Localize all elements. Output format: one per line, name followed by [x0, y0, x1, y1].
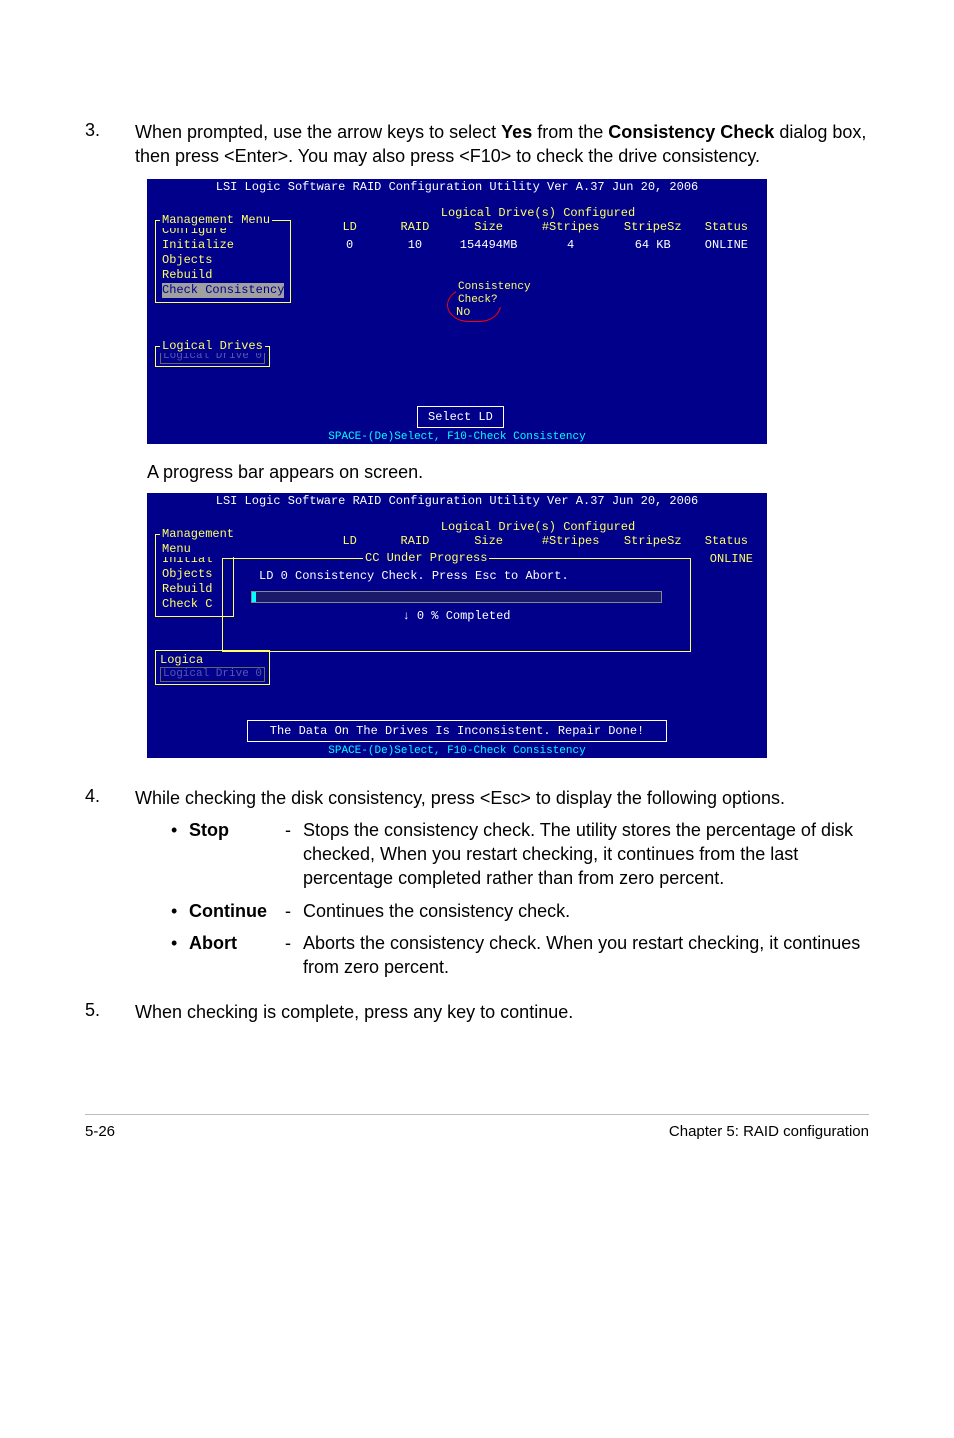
menu-initialize[interactable]: Initialize	[162, 238, 284, 253]
option-abort: • Abort - Aborts the consistency check. …	[171, 931, 869, 980]
logical-drives-sub-label: Logical Drives	[160, 339, 265, 353]
management-menu: Management Menu Configure Initialize Obj…	[155, 220, 291, 303]
cell-stripesz: 64 KB	[612, 238, 694, 252]
logical-drives-table: Logical Drive(s) Configured LD RAID Size…	[317, 206, 759, 252]
progress-caption: A progress bar appears on screen.	[147, 462, 869, 483]
logical-drives-sub: Logical Drives Logical Drive 0	[155, 346, 270, 367]
ld-columns-2: LD RAID Size #Stripes StripeSz Status	[317, 534, 759, 548]
cell-status: ONLINE	[694, 238, 759, 252]
option-continue-label: Continue	[189, 899, 285, 923]
cc-progress-line: LD 0 Consistency Check. Press Esc to Abo…	[259, 569, 682, 583]
option-continue-text: Continues the consistency check.	[303, 899, 869, 923]
col-stripes: #Stripes	[530, 220, 612, 234]
ld-row-0: 0 10 154494MB 4 64 KB ONLINE	[317, 238, 759, 252]
step4-body: While checking the disk consistency, pre…	[135, 786, 869, 988]
cc-progress-box: CC Under Progress LD 0 Consistency Check…	[222, 558, 691, 652]
menu-check-consistency[interactable]: Check Consistency	[162, 283, 284, 298]
option-stop-label: Stop	[189, 818, 285, 891]
bios1-footer: SPACE-(De)Select, F10-Check Consistency	[147, 431, 767, 444]
col-stripesz: StripeSz	[612, 220, 694, 234]
step4-number: 4.	[85, 786, 135, 988]
col-raid: RAID	[382, 220, 447, 234]
option-stop: • Stop - Stops the consistency check. Th…	[171, 818, 869, 891]
col2-stripesz: StripeSz	[612, 534, 694, 548]
chapter-title: Chapter 5: RAID configuration	[669, 1123, 869, 1140]
progress-fill	[252, 592, 256, 602]
ld-configured-label: Logical Drive(s) Configured	[317, 206, 759, 220]
option-continue-dash: -	[285, 899, 303, 923]
col2-size: Size	[448, 534, 530, 548]
consistency-check-label: Consistency Check?	[456, 281, 533, 307]
step3-number: 3.	[85, 120, 135, 169]
step-3: 3. When prompted, use the arrow keys to …	[85, 120, 869, 169]
option-abort-dash: -	[285, 931, 303, 980]
menu-objects[interactable]: Objects	[162, 253, 284, 268]
options-list: • Stop - Stops the consistency check. Th…	[171, 818, 869, 980]
logical-drives-sub-2-label: Logica	[160, 653, 265, 667]
col2-ld: LD	[317, 534, 382, 548]
page-number: 5-26	[85, 1123, 115, 1140]
step3-cc: Consistency Check	[608, 122, 774, 142]
ld-columns: LD RAID Size #Stripes StripeSz Status	[317, 220, 759, 234]
bios2-footer: SPACE-(De)Select, F10-Check Consistency	[147, 745, 767, 758]
step-5: 5. When checking is complete, press any …	[85, 1000, 869, 1024]
menu-rebuild[interactable]: Rebuild	[162, 268, 284, 283]
cell-stripes: 4	[530, 238, 612, 252]
logical-drive-0-2[interactable]: Logical Drive 0	[160, 667, 265, 682]
select-ld-hint: Select LD	[417, 406, 504, 428]
col-status: Status	[694, 220, 759, 234]
option-stop-dash: -	[285, 818, 303, 891]
col2-stripes: #Stripes	[530, 534, 612, 548]
col2-raid: RAID	[382, 534, 447, 548]
option-abort-label: Abort	[189, 931, 285, 980]
step-4: 4. While checking the disk consistency, …	[85, 786, 869, 988]
ld-configured-label-2: Logical Drive(s) Configured	[317, 520, 759, 534]
bios1-title: LSI Logic Software RAID Configuration Ut…	[147, 179, 767, 196]
option-continue: • Continue - Continues the consistency c…	[171, 899, 869, 923]
col-size: Size	[448, 220, 530, 234]
cell-size: 154494MB	[448, 238, 530, 252]
bullet-icon: •	[171, 931, 189, 980]
step3-body: When prompted, use the arrow keys to sel…	[135, 120, 869, 169]
logical-drives-sub-2: Logica Logical Drive 0	[155, 650, 270, 686]
progress-bar	[251, 591, 662, 603]
step3-yes: Yes	[501, 122, 532, 142]
management-menu-label: Management Menu	[160, 213, 272, 228]
bullet-icon: •	[171, 818, 189, 891]
cell-ld: 0	[317, 238, 382, 252]
cc-progress-label: CC Under Progress	[363, 551, 489, 565]
page-footer: 5-26 Chapter 5: RAID configuration	[85, 1114, 869, 1140]
option-stop-text: Stops the consistency check. The utility…	[303, 818, 869, 891]
bios-screenshot-1: LSI Logic Software RAID Configuration Ut…	[147, 179, 767, 444]
consistency-check-dialog: Consistency Check? Yes No	[447, 288, 501, 323]
menu2-objects[interactable]: Objects	[162, 567, 227, 582]
progress-percent: ↓ 0 % Completed	[231, 609, 682, 623]
bios2-title: LSI Logic Software RAID Configuration Ut…	[147, 493, 767, 510]
step5-number: 5.	[85, 1000, 135, 1024]
step4-text: While checking the disk consistency, pre…	[135, 786, 869, 810]
option-abort-text: Aborts the consistency check. When you r…	[303, 931, 869, 980]
bullet-icon: •	[171, 899, 189, 923]
step3-text-1: When prompted, use the arrow keys to sel…	[135, 122, 501, 142]
repair-done-message: The Data On The Drives Is Inconsistent. …	[247, 720, 667, 742]
bios-screenshot-2: LSI Logic Software RAID Configuration Ut…	[147, 493, 767, 758]
menu2-check[interactable]: Check C	[162, 597, 227, 612]
consistency-no-option[interactable]: No	[456, 305, 470, 319]
col-ld: LD	[317, 220, 382, 234]
col2-status: Status	[694, 534, 759, 548]
cell-raid: 10	[382, 238, 447, 252]
step3-text-2: from the	[532, 122, 608, 142]
step5-text: When checking is complete, press any key…	[135, 1000, 869, 1024]
menu2-rebuild[interactable]: Rebuild	[162, 582, 227, 597]
management-menu-2-label: Management Menu	[160, 527, 236, 557]
